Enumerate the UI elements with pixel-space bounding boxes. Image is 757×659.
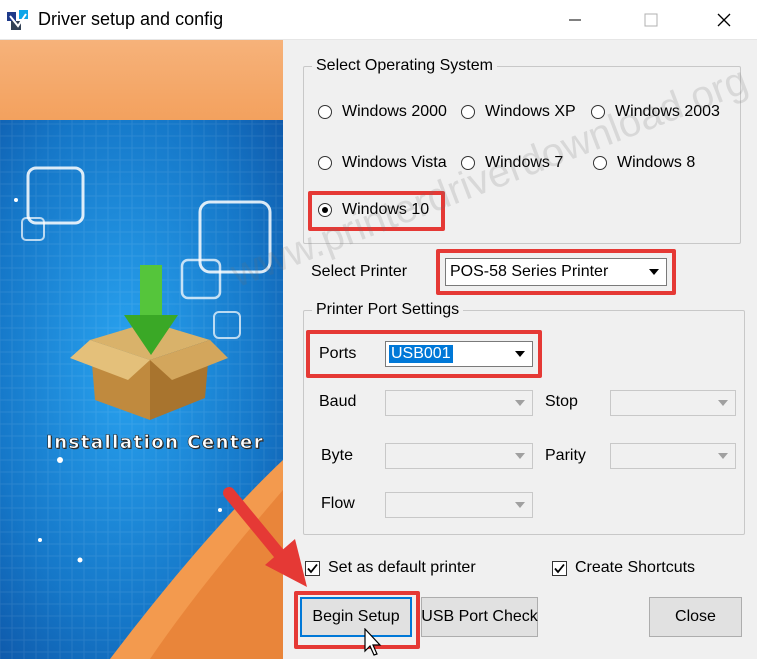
port-group-legend: Printer Port Settings xyxy=(312,301,464,319)
ports-label: Ports xyxy=(319,345,357,362)
radio-indicator[interactable] xyxy=(591,105,605,119)
close-window-button[interactable] xyxy=(698,0,750,40)
checkbox-indicator[interactable] xyxy=(305,560,320,576)
flow-select[interactable] xyxy=(385,492,533,518)
printer-select-value: POS-58 Series Printer xyxy=(450,263,609,280)
checkbox-indicator[interactable] xyxy=(552,560,567,576)
radio-indicator[interactable] xyxy=(593,156,607,170)
app-icon xyxy=(6,8,32,32)
close-icon xyxy=(717,13,731,27)
dropdown-arrow-icon[interactable] xyxy=(509,343,531,365)
window-title: Driver setup and config xyxy=(38,9,224,29)
radio-windows-vista[interactable]: Windows Vista xyxy=(318,151,447,175)
banner-caption: Installation Center xyxy=(46,432,265,454)
installation-banner: Installation Center xyxy=(0,40,283,659)
dropdown-arrow-icon[interactable] xyxy=(509,445,531,467)
ports-select[interactable]: USB001 xyxy=(385,341,533,367)
dropdown-arrow-icon[interactable] xyxy=(509,392,531,414)
radio-label: Windows 10 xyxy=(342,201,430,218)
maximize-icon xyxy=(644,13,658,27)
maximize-button[interactable] xyxy=(625,0,677,40)
minimize-icon xyxy=(569,19,581,21)
byte-label: Byte xyxy=(321,447,354,464)
usb-port-check-button[interactable]: USB Port Check xyxy=(421,597,538,637)
dropdown-arrow-icon[interactable] xyxy=(712,392,734,414)
create-shortcuts-checkbox[interactable]: Create Shortcuts xyxy=(552,557,695,579)
radio-indicator[interactable] xyxy=(318,156,332,170)
radio-label: Windows 8 xyxy=(617,154,696,171)
parity-select[interactable] xyxy=(610,443,736,469)
byte-select[interactable] xyxy=(385,443,533,469)
radio-windows-8[interactable]: Windows 8 xyxy=(593,151,695,175)
radio-windows-7[interactable]: Windows 7 xyxy=(461,151,563,175)
dropdown-arrow-icon[interactable] xyxy=(643,260,665,284)
radio-indicator[interactable] xyxy=(318,105,332,119)
dropdown-arrow-icon[interactable] xyxy=(509,494,531,516)
radio-indicator[interactable] xyxy=(461,156,475,170)
radio-windows-xp[interactable]: Windows XP xyxy=(461,100,576,124)
minimize-button[interactable] xyxy=(549,0,601,40)
close-button[interactable]: Close xyxy=(649,597,742,637)
os-group-legend: Select Operating System xyxy=(312,57,497,75)
baud-select[interactable] xyxy=(385,390,533,416)
title-bar[interactable]: Driver setup and config xyxy=(0,0,757,40)
radio-windows-10[interactable]: Windows 10 xyxy=(318,198,429,222)
radio-label: Windows 2003 xyxy=(615,103,720,120)
begin-setup-button[interactable]: Begin Setup xyxy=(300,597,412,637)
checkmark-icon xyxy=(554,563,565,573)
radio-windows-2000[interactable]: Windows 2000 xyxy=(318,100,447,124)
parity-label: Parity xyxy=(545,447,586,464)
stop-select[interactable] xyxy=(610,390,736,416)
select-printer-label: Select Printer xyxy=(311,263,408,280)
radio-label: Windows Vista xyxy=(342,154,447,171)
radio-label: Windows 2000 xyxy=(342,103,447,120)
radio-indicator-selected[interactable] xyxy=(318,203,332,217)
ports-select-value: USB001 xyxy=(389,345,453,363)
radio-indicator[interactable] xyxy=(461,105,475,119)
dropdown-arrow-icon[interactable] xyxy=(712,445,734,467)
radio-windows-2003[interactable]: Windows 2003 xyxy=(591,100,720,124)
stop-label: Stop xyxy=(545,393,578,410)
default-printer-checkbox[interactable]: Set as default printer xyxy=(305,557,476,579)
baud-label: Baud xyxy=(319,393,357,410)
printer-select[interactable]: POS-58 Series Printer xyxy=(445,258,667,286)
checkbox-label: Set as default printer xyxy=(328,559,476,576)
checkmark-icon xyxy=(307,563,318,573)
radio-label: Windows 7 xyxy=(485,154,564,171)
flow-label: Flow xyxy=(321,495,355,512)
checkbox-label: Create Shortcuts xyxy=(575,559,696,576)
radio-label: Windows XP xyxy=(485,103,576,120)
